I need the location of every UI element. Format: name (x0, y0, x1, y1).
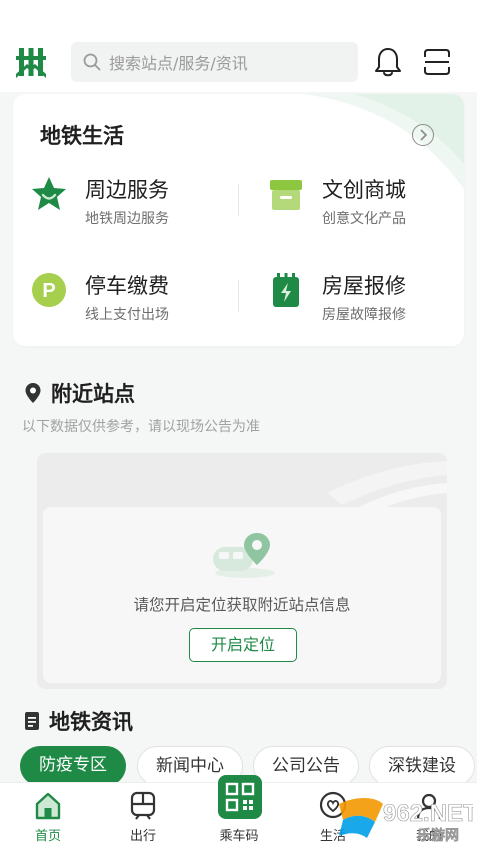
divider (238, 280, 239, 312)
nav-label: 首页 (34, 829, 61, 844)
shenzhen-metro-logo[interactable] (16, 46, 46, 78)
service-name: 房屋报修 (322, 274, 406, 298)
service-creative-mall[interactable]: 文创商城 创意文化产品 (268, 174, 464, 234)
nearby-title: 附近站点 (51, 382, 135, 406)
service-desc: 创意文化产品 (322, 211, 406, 227)
search-input[interactable]: 搜索站点/服务/资讯 (71, 42, 358, 82)
metro-life-title: 地铁生活 (40, 124, 124, 148)
news-title: 地铁资讯 (49, 710, 133, 734)
home-icon (35, 792, 61, 820)
service-desc: 地铁周边服务 (85, 211, 169, 227)
service-nearby[interactable]: 周边服务 地铁周边服务 (31, 174, 231, 234)
service-name: 文创商城 (322, 178, 406, 202)
location-train-illustration (213, 533, 275, 578)
service-house-repair[interactable]: 房屋报修 房屋故障报修 (268, 270, 464, 330)
service-name: 周边服务 (85, 178, 169, 202)
qr-code-icon (218, 775, 262, 819)
search-placeholder: 搜索站点/服务/资讯 (109, 54, 248, 73)
service-name: 停车缴费 (85, 274, 169, 298)
tab-company-notice[interactable]: 公司公告 (253, 746, 359, 786)
document-icon (25, 712, 39, 730)
svg-text:P: P (42, 280, 55, 302)
nearby-header: 附近站点 (24, 378, 135, 408)
tab-epidemic[interactable]: 防疫专区 (20, 746, 126, 786)
metro-life-card: 地铁生活 周边服务 地铁周边服务 文创商城 创意文化产品 P 停车缴费 线上支付… (13, 94, 464, 346)
nav-ride-code[interactable]: 乘车码 (204, 775, 274, 848)
nearby-subtitle: 以下数据仅供参考，请以现场公告为准 (22, 419, 260, 435)
repair-battery-icon (273, 273, 299, 307)
service-parking[interactable]: P 停车缴费 线上支付出场 (31, 270, 231, 330)
divider (238, 184, 239, 216)
shop-icon (270, 180, 302, 210)
watermark-subtext: 乐游网 (417, 827, 459, 844)
news-header: 地铁资讯 (24, 706, 133, 736)
watermark-text: 962.NET (383, 800, 473, 827)
enable-location-button[interactable]: 开启定位 (189, 628, 297, 662)
nav-home[interactable]: 首页 (13, 783, 83, 848)
top-bar: 搜索站点/服务/资讯 (0, 0, 477, 92)
service-desc: 线上支付出场 (85, 307, 169, 323)
nearby-empty-state: 请您开启定位获取附近站点信息 开启定位 (43, 507, 441, 683)
nav-label: 出行 (129, 829, 156, 844)
nearby-message: 请您开启定位获取附近站点信息 (133, 596, 351, 614)
parking-icon: P (32, 273, 66, 307)
more-arrow-icon[interactable] (412, 124, 434, 146)
star-smile-icon (32, 177, 66, 210)
nav-label: 乘车码 (219, 829, 259, 844)
service-desc: 房屋故障报修 (322, 307, 406, 323)
watermark-logo: 962.NET 乐游网 (339, 798, 473, 844)
scan-icon[interactable] (423, 48, 451, 76)
location-pin-icon (25, 383, 41, 403)
tab-construction[interactable]: 深铁建设 (369, 746, 475, 786)
decorative-train-swoosh (327, 461, 447, 513)
nav-travel[interactable]: 出行 (108, 783, 178, 848)
bell-icon[interactable] (373, 46, 403, 78)
train-icon (130, 791, 156, 820)
nearby-panel: 请您开启定位获取附近站点信息 开启定位 (37, 453, 447, 689)
search-icon (83, 53, 101, 71)
